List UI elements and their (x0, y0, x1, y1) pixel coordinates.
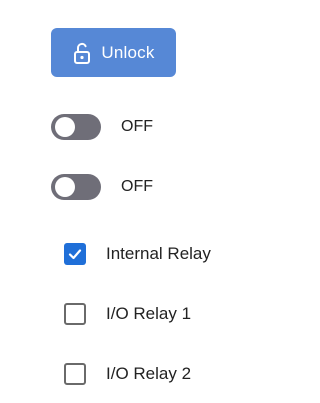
checkbox-io-relay-2[interactable]: I/O Relay 2 (64, 362, 191, 386)
toggle-row-2: OFF (51, 174, 153, 200)
checkbox-checked[interactable] (64, 243, 86, 265)
toggle-knob (55, 117, 75, 137)
checkmark-icon (68, 249, 82, 260)
checkbox-unchecked[interactable] (64, 363, 86, 385)
unlock-button[interactable]: Unlock (51, 28, 176, 77)
checkbox-label: I/O Relay 1 (106, 304, 192, 323)
toggle-state-label-1: OFF (121, 118, 153, 135)
checkbox-label: Internal Relay (106, 244, 211, 263)
checkbox-internal-relay[interactable]: Internal Relay (64, 242, 211, 266)
toggle-knob (55, 177, 75, 197)
toggle-row-1: OFF (51, 114, 153, 140)
checkbox-io-relay-1[interactable]: I/O Relay 1 (64, 302, 191, 326)
checkbox-unchecked[interactable] (64, 303, 86, 325)
toggle-state-label-2: OFF (121, 178, 153, 195)
toggle-switch-2[interactable] (51, 174, 101, 200)
unlock-icon (74, 42, 91, 64)
relay-control-panel: Unlock OFF OFF Internal Relay I/O Relay … (0, 0, 245, 403)
toggle-switch-1[interactable] (51, 114, 101, 140)
checkbox-label: I/O Relay 2 (106, 364, 192, 383)
unlock-button-label: Unlock (101, 42, 155, 62)
